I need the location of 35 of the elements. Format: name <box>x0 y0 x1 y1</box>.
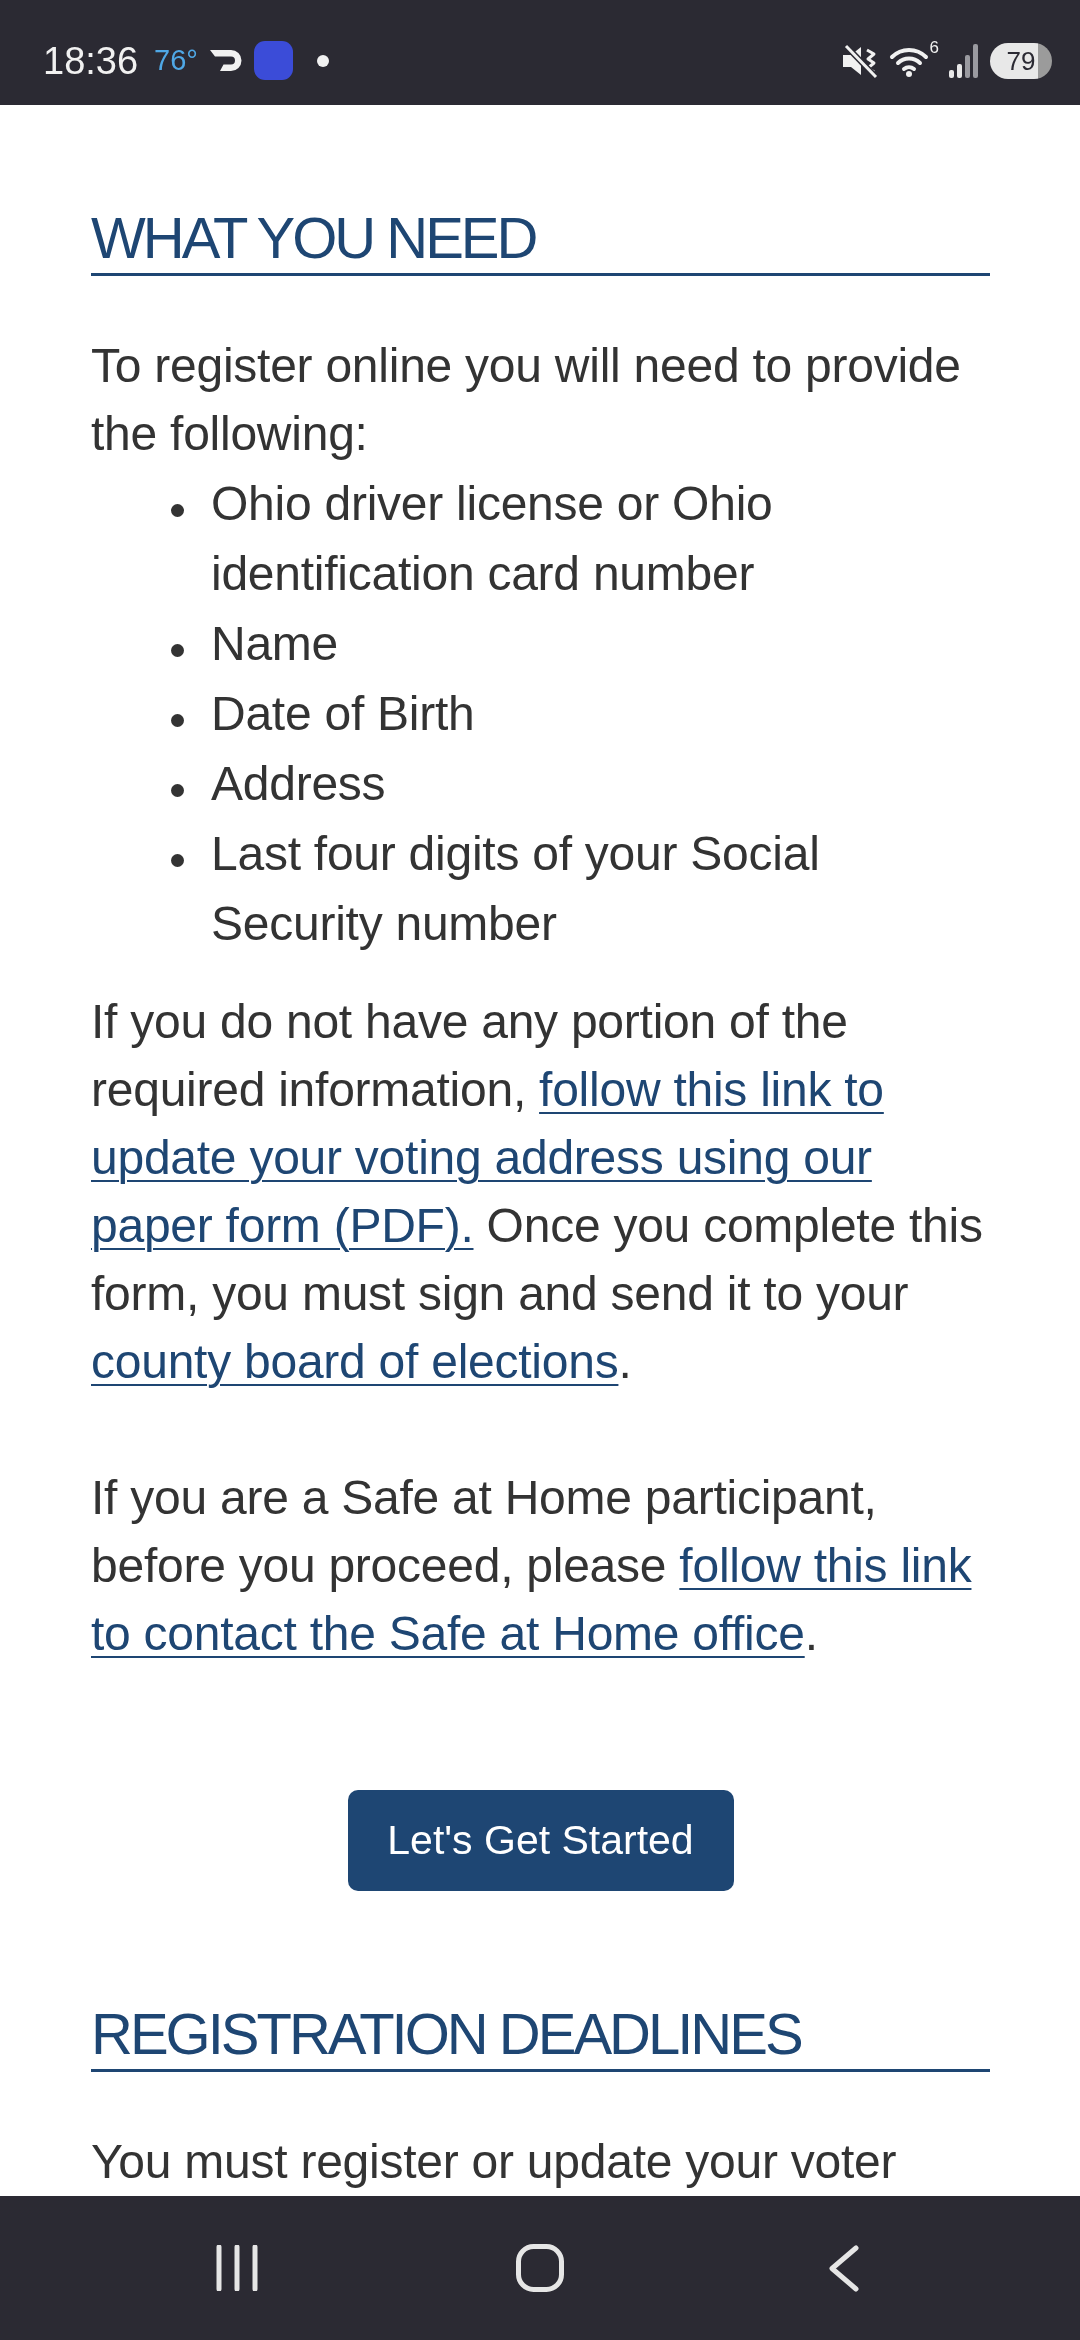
primary-button[interactable]: Let's Get Started <box>347 1790 734 1891</box>
temperature: 76° <box>154 46 198 75</box>
paragraph: If you are a Safe at Home participant, before you proceed, please follow this link to contact the Safe at Home office. <box>91 1470 973 1662</box>
clock-time: 18:36 <box>43 41 139 80</box>
text-link[interactable]: county board of elections <box>91 1335 619 1388</box>
text-link[interactable]: follow this link <box>679 1539 972 1592</box>
back-icon[interactable] <box>827 2244 859 2292</box>
bullet-icon <box>171 643 184 657</box>
paragraph: If you do not have any portion of the required information, follow this link to update your voting address using our paper form (PDF). Once you complete this form, you must sign and send it to your county board of elections. <box>91 994 984 1390</box>
text-link[interactable]: update your voting address using our <box>91 1131 872 1184</box>
signal-bars-icon <box>949 43 980 78</box>
bullet-icon <box>171 853 184 867</box>
list-item-text: Name <box>211 616 340 672</box>
list-item-text: Address <box>211 756 387 812</box>
section-heading: REGISTRATION DEADLINES <box>91 2001 801 2067</box>
app-tile-icon <box>253 41 293 80</box>
list-item-text: Ohio driver license or Ohio identification card number <box>211 476 774 602</box>
text-link[interactable]: follow this link to <box>539 1063 884 1116</box>
text-link[interactable]: to contact the Safe at Home office <box>91 1607 805 1660</box>
wifi-label: 6 <box>929 38 939 56</box>
bullet-icon <box>171 783 184 797</box>
paragraph: To register online you will need to provide the following: <box>91 338 962 462</box>
muted-speaker-icon <box>842 43 879 78</box>
battery-indicator: 79 <box>990 42 1052 79</box>
text-link[interactable]: paper form (PDF). <box>91 1199 474 1252</box>
list-item-text: Date of Birth <box>211 686 476 742</box>
section-heading: WHAT YOU NEED <box>91 205 536 271</box>
notification-dot-icon <box>316 54 329 67</box>
bullet-icon <box>171 713 184 727</box>
list-item-text: Last four digits of your Social Security number <box>211 826 821 952</box>
recent-apps-icon[interactable] <box>216 2245 258 2291</box>
home-icon[interactable] <box>516 2244 564 2292</box>
paragraph: You must register or update your voter <box>91 2134 898 2190</box>
bullet-icon <box>171 503 184 517</box>
swoosh-icon <box>209 50 242 71</box>
